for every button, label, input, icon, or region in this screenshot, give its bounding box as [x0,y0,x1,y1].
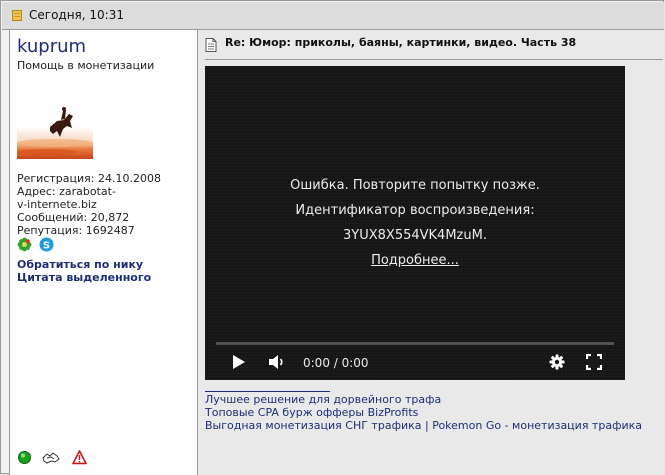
svg-text:S: S [43,240,50,251]
user-info: Регистрация: 24.10.2008 Адрес: zarabotat… [17,172,161,237]
volume-icon[interactable] [268,354,286,374]
document-icon [205,37,217,52]
forum-post: Сегодня, 10:31 kuprum Помощь в монетизац… [0,0,664,475]
video-error-id: 3YUX8X554VK4MzuM. [343,228,487,243]
skype-icon[interactable]: S [39,237,54,252]
video-error-message: Ошибка. Повторите попытку позже. [290,178,540,193]
user-registration: Регистрация: 24.10.2008 [17,172,161,185]
post-title-row: Re: Юмор: приколы, баяны, картинки, виде… [198,30,664,58]
quote-selected-link[interactable]: Цитата выделенного [17,271,151,284]
post-content: Re: Юмор: приколы, баяны, картинки, виде… [198,30,664,475]
icq-icon[interactable] [17,237,32,252]
video-noise [205,66,625,380]
play-icon[interactable] [231,354,247,374]
video-more-link[interactable]: Подробнее... [371,253,459,268]
post-header-bar: Сегодня, 10:31 [2,2,664,30]
post-title: Re: Юмор: приколы, баяны, картинки, виде… [225,36,577,49]
links-divider [205,391,330,392]
promo-link-1[interactable]: Лучшее решение для дорвейного трафа [205,393,441,406]
address-by-nick-link[interactable]: Обратиться по нику [17,258,143,271]
status-icons [17,450,89,469]
video-progress-bar[interactable] [216,342,614,345]
online-status-icon [17,450,32,465]
post-date: Сегодня, 10:31 [29,8,124,22]
user-address-cont: v-internete.biz [17,198,97,211]
title-divider [205,59,663,60]
user-reputation: Репутация: 1692487 [17,224,135,237]
avatar [17,101,93,159]
report-icon[interactable] [72,450,87,465]
settings-gear-icon[interactable] [549,354,565,374]
video-error-id-label: Идентификатор воспроизведения: [295,203,535,218]
user-posts: Сообщений: 20,872 [17,211,130,224]
promo-link-3[interactable]: Выгодная монетизация СНГ трафика | Pokem… [205,419,642,432]
reputation-icon[interactable] [41,450,61,465]
user-title: Помощь в монетизации [17,59,155,72]
video-time: 0:00 / 0:00 [303,356,369,370]
user-address: Адрес: zarabotat- [17,185,116,198]
promo-link-2[interactable]: Топовые CPA бурж офферы BizProfits [205,406,418,419]
contact-icons: S [17,237,56,253]
video-player[interactable]: Ошибка. Повторите попытку позже. Идентиф… [205,66,625,380]
post-icon [12,10,22,21]
user-panel: kuprum Помощь в монетизации Регистрация:… [9,30,198,475]
username-link[interactable]: kuprum [17,36,86,57]
fullscreen-icon[interactable] [585,353,603,374]
